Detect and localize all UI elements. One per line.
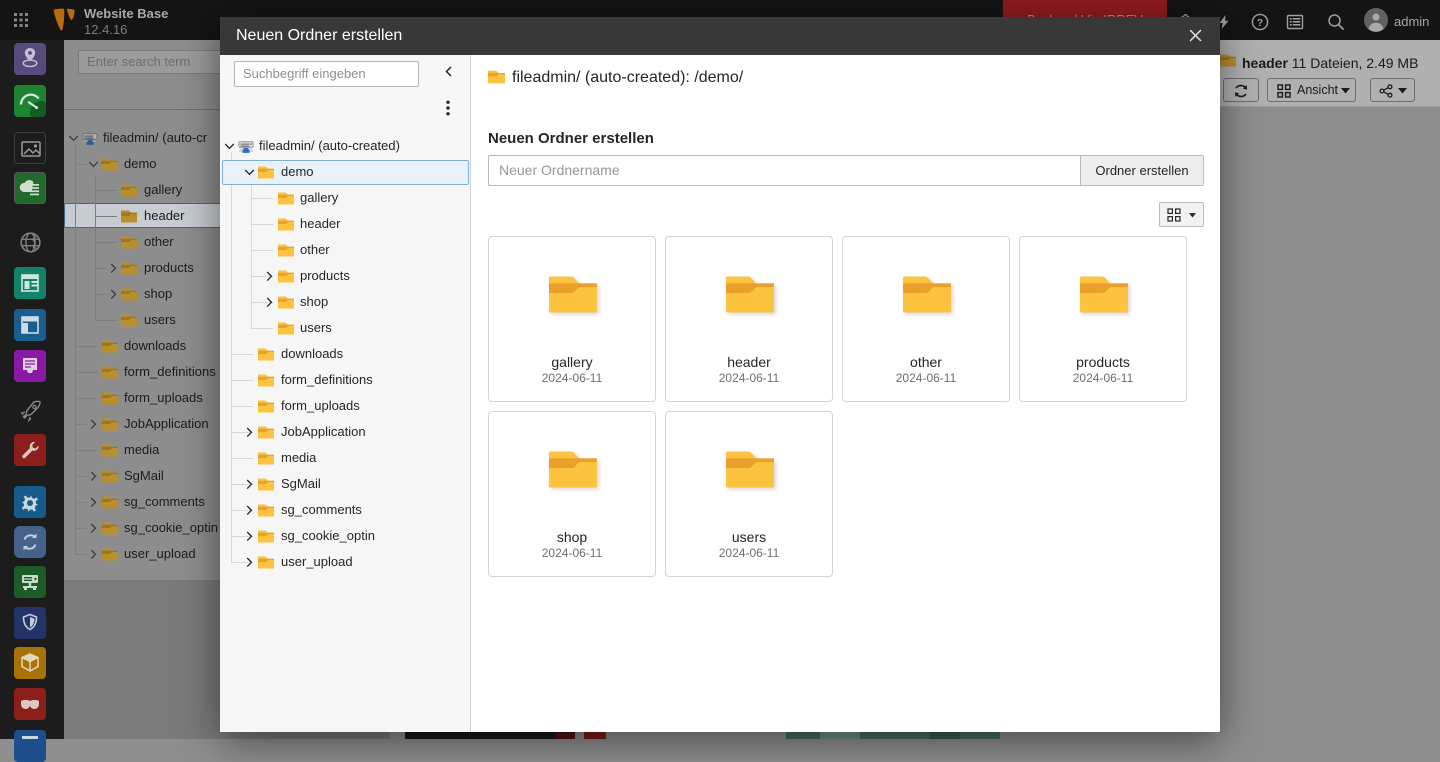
svg-text:?: ? [1257,17,1263,29]
